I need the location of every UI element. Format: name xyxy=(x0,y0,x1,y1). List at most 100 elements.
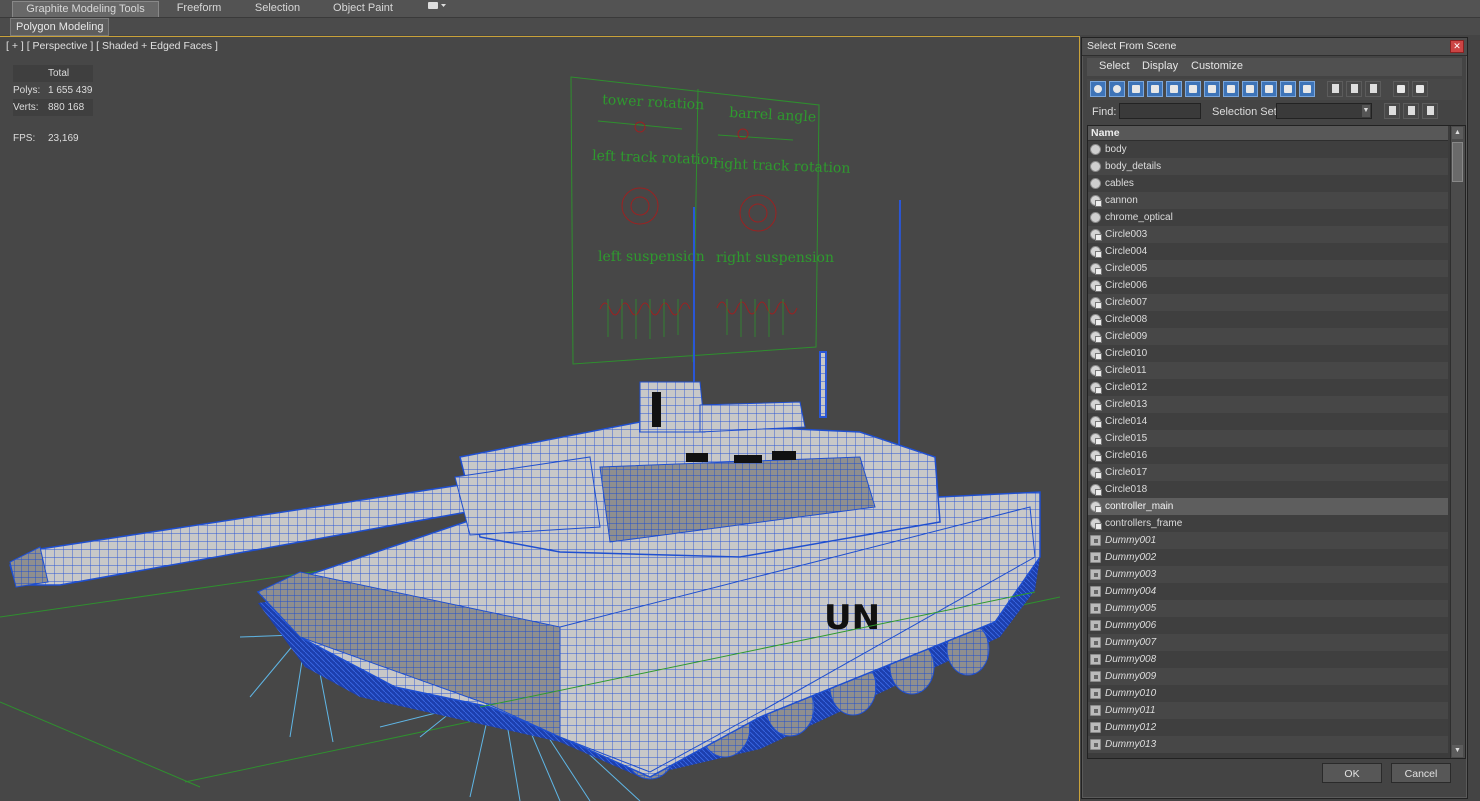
shape-icon xyxy=(1090,331,1102,343)
dialog-title-bar[interactable]: Select From Scene ✕ xyxy=(1082,38,1467,56)
tab-graphite-modeling-tools[interactable]: Graphite Modeling Tools xyxy=(12,1,159,17)
list-item[interactable]: Circle012 xyxy=(1088,379,1448,396)
list-item[interactable]: Dummy013 xyxy=(1088,736,1448,753)
label-right-suspension: right suspension xyxy=(716,250,834,266)
display-cameras-icon[interactable] xyxy=(1147,81,1163,97)
list-item[interactable]: Circle011 xyxy=(1088,362,1448,379)
dialog-menu-bar: Select Display Customize xyxy=(1087,58,1462,76)
menu-display[interactable]: Display xyxy=(1142,60,1178,72)
geometry-icon xyxy=(1090,178,1101,189)
list-item[interactable]: Circle006 xyxy=(1088,277,1448,294)
list-item[interactable]: cannon xyxy=(1088,192,1448,209)
find-input[interactable] xyxy=(1119,103,1201,119)
list-item[interactable]: controller_main xyxy=(1088,498,1448,515)
ribbon-options-dropdown-icon[interactable] xyxy=(422,0,452,17)
object-name: Dummy009 xyxy=(1105,671,1157,682)
create-selection-set-icon[interactable] xyxy=(1384,103,1400,119)
list-item[interactable]: Circle008 xyxy=(1088,311,1448,328)
polygon-modeling-panel-button[interactable]: Polygon Modeling xyxy=(10,18,110,36)
remove-selection-set-icon[interactable] xyxy=(1422,103,1438,119)
list-item[interactable]: chrome_optical xyxy=(1088,209,1448,226)
menu-select[interactable]: Select xyxy=(1099,60,1130,72)
display-none-icon[interactable] xyxy=(1346,81,1362,97)
display-lights-icon[interactable] xyxy=(1128,81,1144,97)
display-geometry-icon[interactable] xyxy=(1090,81,1106,97)
display-invert-icon[interactable] xyxy=(1365,81,1381,97)
list-item[interactable]: Circle013 xyxy=(1088,396,1448,413)
list-item[interactable]: Dummy002 xyxy=(1088,549,1448,566)
find-label: Find: xyxy=(1092,106,1117,118)
list-item[interactable]: Dummy007 xyxy=(1088,634,1448,651)
list-item[interactable]: Circle016 xyxy=(1088,447,1448,464)
display-groups-icon[interactable] xyxy=(1204,81,1220,97)
display-shapes-icon[interactable] xyxy=(1109,81,1125,97)
list-item[interactable]: Dummy008 xyxy=(1088,651,1448,668)
display-helpers-icon[interactable] xyxy=(1166,81,1182,97)
list-item[interactable]: Dummy009 xyxy=(1088,668,1448,685)
list-item[interactable]: Dummy004 xyxy=(1088,583,1448,600)
menu-customize[interactable]: Customize xyxy=(1191,60,1243,72)
display-hidden-icon[interactable] xyxy=(1299,81,1315,97)
object-name: Circle015 xyxy=(1105,433,1148,444)
list-item[interactable]: cables xyxy=(1088,175,1448,192)
list-item[interactable]: Circle014 xyxy=(1088,413,1448,430)
list-item[interactable]: Circle004 xyxy=(1088,243,1448,260)
list-item[interactable]: body xyxy=(1088,141,1448,158)
list-item[interactable]: Circle010 xyxy=(1088,345,1448,362)
tab-selection[interactable]: Selection xyxy=(240,0,315,17)
dialog-title: Select From Scene xyxy=(1087,40,1177,52)
scroll-down-icon[interactable]: ▼ xyxy=(1452,745,1463,757)
tab-object-paint[interactable]: Object Paint xyxy=(318,0,408,17)
object-name: Circle003 xyxy=(1105,229,1148,240)
scroll-thumb[interactable] xyxy=(1452,142,1463,182)
list-item[interactable]: Dummy012 xyxy=(1088,719,1448,736)
list-item[interactable]: Dummy001 xyxy=(1088,532,1448,549)
scroll-up-icon[interactable]: ▲ xyxy=(1452,127,1463,139)
close-icon[interactable]: ✕ xyxy=(1450,40,1464,53)
list-item[interactable]: Dummy011 xyxy=(1088,702,1448,719)
object-name: Circle018 xyxy=(1105,484,1148,495)
object-list[interactable]: Name body body_details cables cannon chrome_… xyxy=(1087,125,1466,759)
list-header[interactable]: Name xyxy=(1088,126,1448,141)
list-item[interactable]: Dummy006 xyxy=(1088,617,1448,634)
list-item[interactable]: Dummy005 xyxy=(1088,600,1448,617)
display-xrefs-icon[interactable] xyxy=(1223,81,1239,97)
list-item[interactable]: Circle005 xyxy=(1088,260,1448,277)
select-from-scene-dialog[interactable]: Select From Scene ✕ Select Display Custo… xyxy=(1081,37,1468,799)
list-item[interactable]: Circle018 xyxy=(1088,481,1448,498)
display-all-icon[interactable] xyxy=(1327,81,1343,97)
object-name: Circle014 xyxy=(1105,416,1148,427)
list-scrollbar[interactable]: ▲ ▼ xyxy=(1450,126,1465,758)
edit-selection-set-icon[interactable] xyxy=(1403,103,1419,119)
perspective-viewport[interactable]: [ + ] [ Perspective ] [ Shaded + Edged F… xyxy=(0,36,1080,801)
list-item[interactable]: Dummy003 xyxy=(1088,566,1448,583)
shape-icon xyxy=(1090,450,1102,462)
object-name: Dummy003 xyxy=(1105,569,1157,580)
list-item[interactable]: Circle015 xyxy=(1088,430,1448,447)
filter-settings-icon[interactable] xyxy=(1412,81,1428,97)
display-bones-icon[interactable] xyxy=(1242,81,1258,97)
display-spacewarps-icon[interactable] xyxy=(1185,81,1201,97)
cancel-button[interactable]: Cancel xyxy=(1391,763,1451,783)
object-name: Dummy004 xyxy=(1105,586,1157,597)
list-item[interactable]: Dummy010 xyxy=(1088,685,1448,702)
label-barrel-angle: barrel angle xyxy=(729,105,817,126)
ok-button[interactable]: OK xyxy=(1322,763,1382,783)
list-item[interactable]: Circle009 xyxy=(1088,328,1448,345)
chevron-down-icon[interactable]: ▼ xyxy=(1362,105,1370,117)
list-item[interactable]: controllers_frame xyxy=(1088,515,1448,532)
name-column-header[interactable]: Name xyxy=(1091,127,1120,139)
list-item[interactable]: Circle017 xyxy=(1088,464,1448,481)
filter-icon[interactable] xyxy=(1393,81,1409,97)
list-item[interactable]: body_details xyxy=(1088,158,1448,175)
object-name: body xyxy=(1105,144,1127,155)
helper-icon xyxy=(1090,569,1101,580)
list-item[interactable]: Circle007 xyxy=(1088,294,1448,311)
object-name: Circle005 xyxy=(1105,263,1148,274)
selection-set-dropdown[interactable]: ▼ xyxy=(1276,103,1372,119)
list-item[interactable]: Circle003 xyxy=(1088,226,1448,243)
tab-freeform[interactable]: Freeform xyxy=(160,0,238,17)
object-name: Dummy005 xyxy=(1105,603,1157,614)
display-containers-icon[interactable] xyxy=(1261,81,1277,97)
display-frozen-icon[interactable] xyxy=(1280,81,1296,97)
